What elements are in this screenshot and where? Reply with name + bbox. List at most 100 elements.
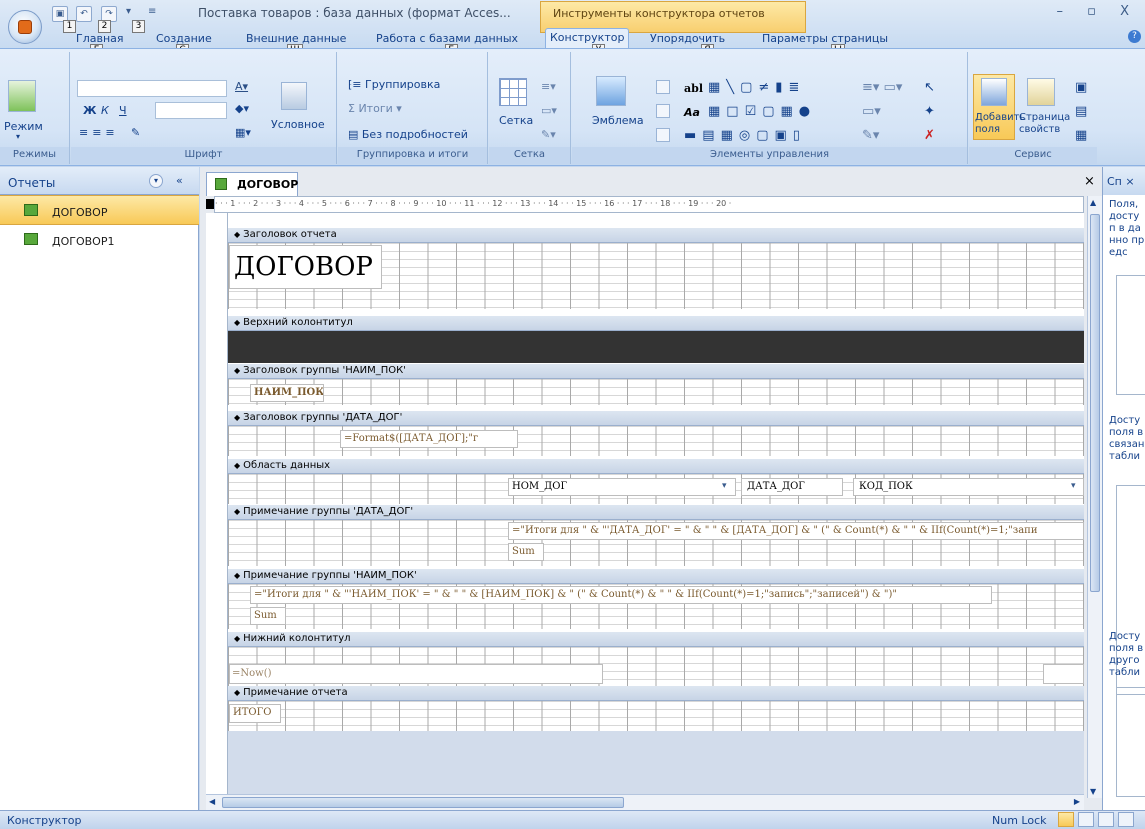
nav-item-dogovor[interactable]: ДОГОВОР xyxy=(0,195,199,225)
sum-naim-field[interactable]: Sum xyxy=(250,607,286,625)
totals-button[interactable]: Σ Итоги ▾ xyxy=(348,102,402,115)
report-view-icon[interactable] xyxy=(1078,812,1094,827)
format-date-field[interactable]: =Format$([ДАТА_ДОГ];"г xyxy=(340,430,518,448)
grid-lines-icon[interactable]: ≡▾ xyxy=(541,80,556,93)
qat-menu-icon[interactable]: ▾ xyxy=(126,6,131,17)
band-group1-header[interactable]: ◆ Заголовок группы 'НАИМ_ПОК' xyxy=(228,364,1084,379)
scroll-left-icon[interactable]: ◀ xyxy=(209,797,215,806)
totals-naim-field[interactable]: ="Итоги для " & "'НАИМ_ПОК' = " & " " & … xyxy=(250,586,992,604)
nom-dog-dropdown-icon[interactable]: ▾ xyxy=(722,481,727,491)
nav-menu-chevron-icon[interactable]: ▾ xyxy=(149,174,163,188)
subreport-icon[interactable]: ▦ xyxy=(1075,128,1087,143)
align-buttons-icon[interactable]: ≡≡≡ xyxy=(79,126,119,139)
page-header-section[interactable] xyxy=(228,331,1084,363)
tab-order-icon[interactable]: ▤ xyxy=(1075,104,1087,119)
property-sheet-button[interactable]: Страница свойств xyxy=(1019,112,1071,136)
bold-button[interactable]: Ж xyxy=(83,104,96,117)
office-button[interactable] xyxy=(8,10,42,44)
fill-color-icon[interactable]: ◆▾ xyxy=(235,102,249,115)
band-group2-footer[interactable]: ◆ Примечание группы 'ДАТА_ДОГ' xyxy=(228,505,1084,520)
view-mode-icon[interactable] xyxy=(8,80,36,112)
conditional-format-icon[interactable] xyxy=(281,82,307,110)
emblem-button[interactable]: Эмблема xyxy=(592,114,644,127)
vertical-scroll-thumb[interactable] xyxy=(1090,214,1100,592)
qat-customize-icon[interactable]: ≡ xyxy=(148,6,156,17)
nav-collapse-icon[interactable]: « xyxy=(176,174,183,187)
italic-button[interactable]: К xyxy=(101,104,109,117)
band-detail[interactable]: ◆ Область данных xyxy=(228,459,1084,474)
layout-view-icon[interactable] xyxy=(1098,812,1114,827)
title-icon[interactable] xyxy=(656,128,670,145)
field-list-box3[interactable] xyxy=(1116,687,1145,797)
field-list-close-icon[interactable]: × xyxy=(1125,175,1134,188)
itogo-label[interactable]: ИТОГО xyxy=(229,704,281,723)
controls-row2-icons[interactable]: ▦□☑▢▦● xyxy=(708,104,816,119)
underline-button[interactable]: Ч xyxy=(119,104,127,117)
grid-button[interactable]: Сетка xyxy=(499,114,533,127)
scroll-up-icon[interactable]: ▲ xyxy=(1090,198,1096,207)
page-number-field[interactable] xyxy=(1043,664,1084,684)
line-width-icon[interactable]: ▭▾ xyxy=(862,104,881,119)
grouping-button[interactable]: ⁅≡ Группировка xyxy=(348,78,440,91)
band-page-header[interactable]: ◆ Верхний колонтитул xyxy=(228,316,1084,331)
tab-page-setup[interactable]: Параметры страницы xyxy=(758,30,892,48)
line-style-icon[interactable]: ≡▾ ▭▾ xyxy=(862,80,902,95)
help-icon[interactable]: ? xyxy=(1128,30,1141,43)
band-page-footer[interactable]: ◆ Нижний колонтитул xyxy=(228,632,1084,647)
wizard-icon[interactable]: ✦ xyxy=(924,104,935,119)
kod-pok-field[interactable]: КОД_ПОК xyxy=(853,478,1084,496)
textbox-control-button[interactable]: abl xyxy=(684,82,703,95)
document-tab[interactable]: ДОГОВОР xyxy=(206,172,298,196)
view-mode-dropdown-icon[interactable]: ▾ xyxy=(16,132,20,141)
print-preview-icon[interactable] xyxy=(1118,812,1134,827)
grid-color-icon[interactable]: ✎▾ xyxy=(541,128,556,141)
now-field[interactable]: =Now() xyxy=(229,664,603,684)
horizontal-scrollbar[interactable]: ◀ ▶ xyxy=(206,794,1084,810)
controls-row1-icons[interactable]: ▦╲▢≠▮≣ xyxy=(708,80,805,95)
nav-item-dogovor1[interactable]: ДОГОВОР1 xyxy=(0,225,199,255)
hide-details-button[interactable]: ▤ Без подробностей xyxy=(348,128,468,141)
band-report-footer[interactable]: ◆ Примечание отчета xyxy=(228,686,1084,701)
date-time-icon[interactable] xyxy=(656,104,670,121)
format-painter-icon[interactable]: ✎ xyxy=(131,126,140,139)
grid-width-icon[interactable]: ▭▾ xyxy=(541,104,557,117)
select-pointer-icon[interactable]: ↖ xyxy=(924,80,935,95)
report-title-label[interactable]: ДОГОВОР xyxy=(229,245,382,289)
font-size-select[interactable] xyxy=(155,102,227,119)
design-view-icon[interactable] xyxy=(1058,812,1074,827)
close-document-icon[interactable]: × xyxy=(1084,174,1095,189)
activex-icon[interactable]: ✗ xyxy=(924,128,935,143)
scroll-down-icon[interactable]: ▼ xyxy=(1090,787,1096,796)
band-group1-footer[interactable]: ◆ Примечание группы 'НАИМ_ПОК' xyxy=(228,569,1084,584)
window-controls[interactable]: – ▫ X xyxy=(1057,4,1139,19)
view-mode-button[interactable]: Режим xyxy=(4,120,43,133)
band-report-header[interactable]: ◆ Заголовок отчета xyxy=(228,228,1084,243)
grid-icon[interactable] xyxy=(499,78,527,106)
emblem-icon[interactable] xyxy=(596,76,626,106)
controls-row3-icons[interactable]: ▬▤▦◎▢▣▯ xyxy=(684,128,806,143)
horizontal-scroll-thumb[interactable] xyxy=(222,797,624,808)
undo-icon[interactable]: ↶ xyxy=(76,6,92,22)
sum-date-field[interactable]: Sum xyxy=(508,543,544,561)
nom-dog-field[interactable]: НОМ_ДОГ xyxy=(508,478,736,496)
font-color-button[interactable]: A▾ xyxy=(235,80,248,93)
conditional-format-button[interactable]: Условное xyxy=(271,118,325,131)
vertical-scrollbar[interactable]: ▲ ▼ xyxy=(1087,196,1102,798)
add-fields-button[interactable]: Добавить поля xyxy=(975,112,1025,136)
code-icon[interactable]: ▣ xyxy=(1075,80,1087,95)
data-dog-field[interactable]: ДАТА_ДОГ xyxy=(741,478,843,496)
naim-pok-field[interactable]: НАИМ_ПОК xyxy=(250,384,324,402)
page-number-icon[interactable] xyxy=(656,80,670,97)
property-sheet-icon[interactable] xyxy=(1027,78,1055,106)
border-icon[interactable]: ▦▾ xyxy=(235,126,251,139)
line-color-icon[interactable]: ✎▾ xyxy=(862,128,879,143)
label-control-button[interactable]: Aa xyxy=(684,106,700,119)
font-name-select[interactable] xyxy=(77,80,227,97)
tab-arrange[interactable]: Упорядочить xyxy=(646,30,729,48)
totals-date-field[interactable]: ="Итоги для " & "'ДАТА_ДОГ' = " & " " & … xyxy=(508,522,1084,540)
field-list-box1[interactable] xyxy=(1116,275,1145,395)
tab-designer[interactable]: Конструктор xyxy=(545,28,630,49)
kod-pok-dropdown-icon[interactable]: ▾ xyxy=(1071,481,1076,491)
scroll-right-icon[interactable]: ▶ xyxy=(1074,797,1080,806)
nav-pane-header[interactable]: Отчеты xyxy=(0,167,199,195)
